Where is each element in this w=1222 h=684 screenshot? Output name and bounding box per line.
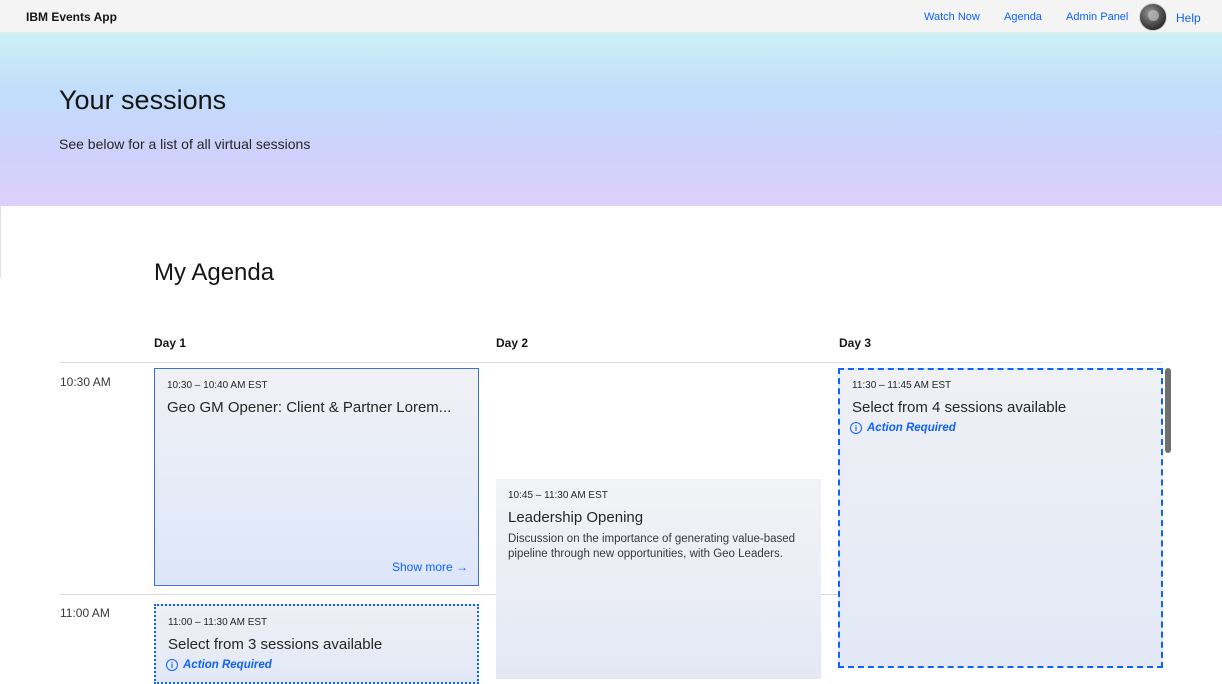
session-title: Select from 3 sessions available [168,636,383,653]
session-selection-card[interactable]: 11:00 – 11:30 AM EST Select from 3 sessi… [154,604,479,684]
session-time: 11:00 – 11:30 AM EST [168,617,268,628]
info-icon: i [166,659,178,671]
session-time: 10:45 – 11:30 AM EST [508,490,608,501]
time-label-1030: 10:30 AM [60,375,111,389]
info-icon: i [850,422,862,434]
scrollbar-thumb[interactable] [1165,368,1171,453]
session-time: 11:30 – 11:45 AM EST [852,380,952,391]
session-time: 10:30 – 10:40 AM EST [167,380,268,391]
session-title: Geo GM Opener: Client & Partner Lorem... [167,399,452,416]
agenda-title: My Agenda [154,259,275,286]
session-description: Discussion on the importance of generati… [508,533,796,560]
action-required-label: Action Required [183,659,272,671]
top-navigation-bar: IBM Events App Watch Now Agenda Admin Pa… [0,0,1222,33]
agenda-divider [60,362,1162,363]
nav-watch-now[interactable]: Watch Now [924,11,980,23]
nav-agenda[interactable]: Agenda [1004,11,1042,23]
session-card[interactable]: 10:45 – 11:30 AM EST Leadership Opening … [496,479,821,679]
day-3-header: Day 3 [839,336,872,350]
action-required-link[interactable]: i Action Required [850,422,956,434]
session-selection-card[interactable]: 11:30 – 11:45 AM EST Select from 4 sessi… [838,368,1163,668]
user-avatar-icon[interactable] [1139,3,1167,31]
page-title: Your sessions [59,85,227,115]
time-label-1100: 11:00 AM [60,606,110,620]
nav-help[interactable]: Help [1176,11,1201,25]
app-brand[interactable]: IBM Events App [26,10,117,24]
page-subtitle: See below for a list of all virtual sess… [59,136,311,152]
nav-admin-panel[interactable]: Admin Panel [1066,11,1128,23]
session-title: Leadership Opening [508,509,644,526]
session-card[interactable]: 10:30 – 10:40 AM EST Geo GM Opener: Clie… [154,368,479,586]
divider [0,206,1,278]
session-title: Select from 4 sessions available [852,399,1067,416]
show-more-link[interactable]: Show more → [392,560,468,574]
action-required-link[interactable]: i Action Required [166,659,272,671]
day-1-header: Day 1 [154,336,187,350]
action-required-label: Action Required [867,422,956,434]
hero-banner: Your sessions See below for a list of al… [0,33,1222,206]
day-2-header: Day 2 [496,336,529,350]
